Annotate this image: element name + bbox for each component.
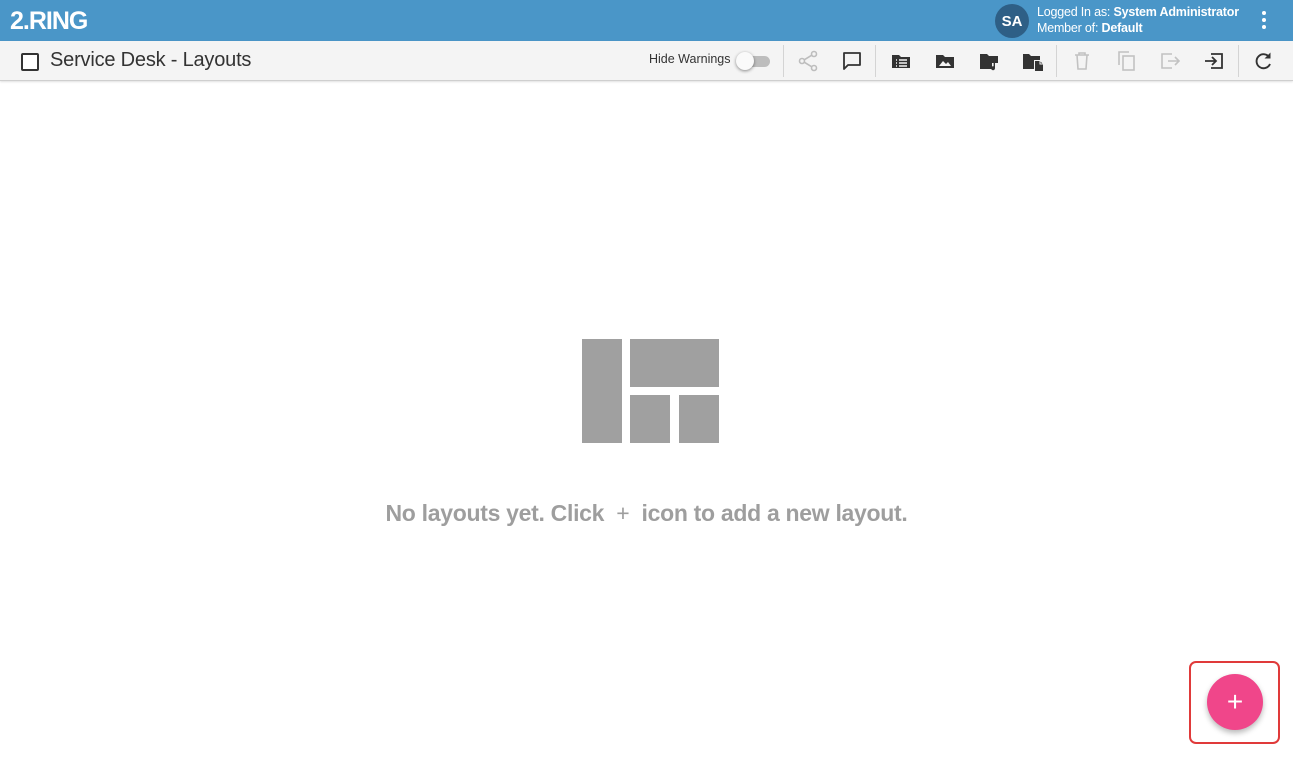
plus-icon: + [616,500,630,526]
app-logo: 2.RING [10,7,88,33]
toolbar: Service Desk - Layouts Hide Warnings [0,41,1293,81]
user-info: Logged In as: System Administrator Membe… [1037,4,1239,36]
toolbar-divider [875,45,876,77]
copy-folder-icon[interactable] [1021,49,1045,73]
more-menu-icon[interactable] [1254,9,1274,31]
toolbar-divider [1056,45,1057,77]
select-all-checkbox[interactable] [21,53,39,71]
image-icon[interactable] [933,49,957,73]
svg-text:2.RING: 2.RING [10,7,87,33]
toolbar-divider [1238,45,1239,77]
user-avatar[interactable]: SA [995,4,1029,38]
logged-in-user: System Administrator [1113,5,1239,19]
app-header: 2.RING SA Logged In as: System Administr… [0,0,1293,41]
empty-state-text-after: icon to add a new layout. [641,500,908,526]
member-of-label: Member of: [1037,21,1102,35]
layout-placeholder-icon [582,339,719,443]
hide-warnings-toggle[interactable] [736,52,770,70]
refresh-icon[interactable] [1251,49,1275,73]
layout-list-icon[interactable] [889,49,913,73]
empty-state-message: No layouts yet. Click + icon to add a ne… [0,500,1293,527]
add-layout-button[interactable]: + [1207,674,1263,730]
page-title: Service Desk - Layouts [50,49,252,71]
share-icon[interactable] [796,49,820,73]
duplicate-icon[interactable] [1114,49,1138,73]
audio-folder-icon[interactable] [977,49,1001,73]
import-icon[interactable] [1202,49,1226,73]
delete-icon[interactable] [1070,49,1094,73]
toolbar-divider [783,45,784,77]
hide-warnings-label: Hide Warnings [649,52,731,66]
comment-icon[interactable] [840,49,864,73]
export-icon[interactable] [1158,49,1182,73]
empty-state-text-before: No layouts yet. Click [385,500,605,526]
logged-in-label: Logged In as: [1037,5,1114,19]
member-of-group: Default [1101,21,1143,35]
